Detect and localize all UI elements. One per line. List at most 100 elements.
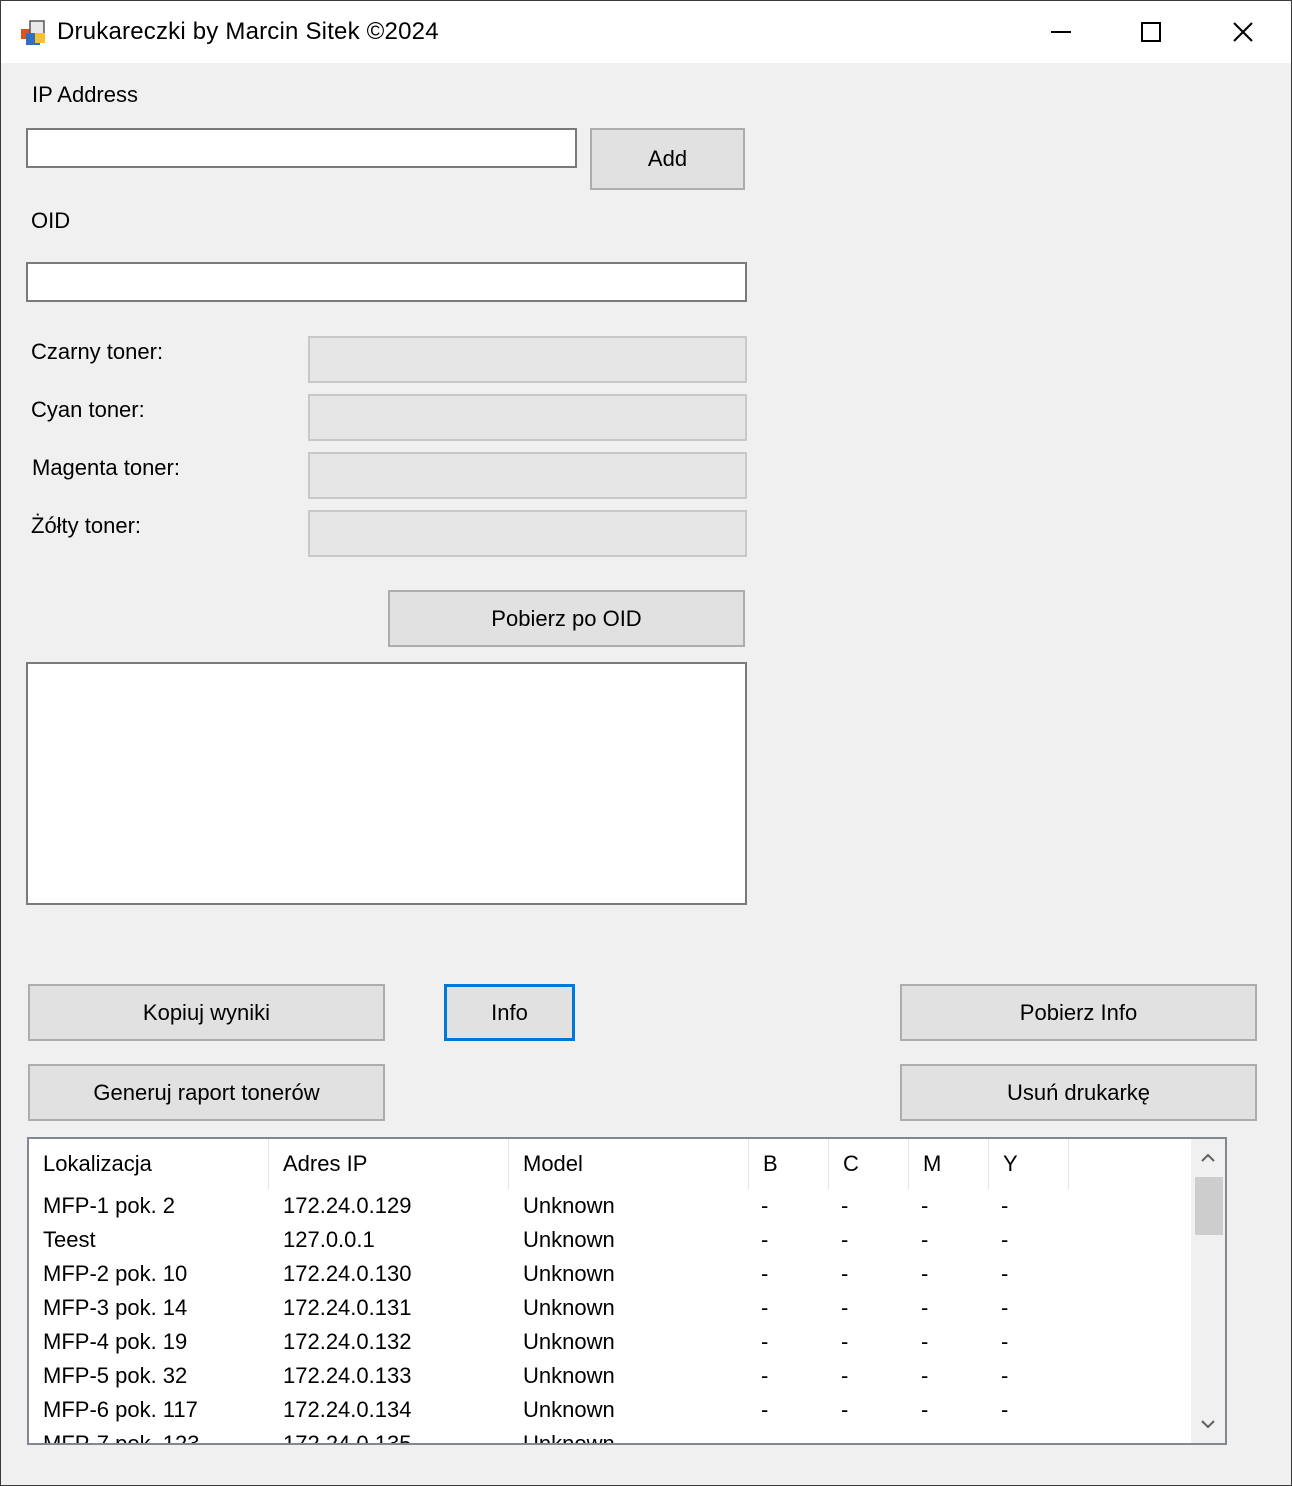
col-model-cell: Unknown [523,1329,615,1354]
col-cyan-cell: - [841,1295,849,1320]
minimize-icon [1051,31,1071,33]
col-black-cell: - [761,1295,769,1320]
col-magenta-cell: - [921,1261,929,1286]
col-location-cell: MFP-3 pok. 14 [43,1295,188,1320]
scroll-down-arrow[interactable] [1191,1407,1225,1441]
col-cyan-cell: - [841,1397,849,1422]
col-location-cell: MFP-1 pok. 2 [43,1193,176,1218]
col-ip-address-cell: 172.24.0.130 [283,1261,412,1286]
yellow-toner-label: Żółty toner: [31,513,142,538]
col-yellow-cell: - [1001,1363,1009,1388]
col-model-cell: Unknown [523,1261,615,1286]
remove-printer-button[interactable]: Usuń drukarkę [900,1064,1257,1121]
col-cyan-cell: - [841,1193,849,1218]
generate-toner-report-button[interactable]: Generuj raport tonerów [28,1064,385,1121]
black-toner-field [308,336,747,383]
col-location-cell: Teest [43,1227,96,1252]
col-black-cell: - [761,1363,769,1388]
oid-label: OID [31,208,71,233]
info-button[interactable]: Info [444,984,575,1041]
col-magenta-cell: - [921,1227,929,1252]
col-model-header[interactable]: Model [509,1139,749,1189]
col-black-cell: - [761,1431,769,1445]
col-location-cell: MFP-6 pok. 117 [43,1397,198,1422]
yellow-toner-field [308,510,747,557]
close-button[interactable] [1197,1,1289,63]
close-icon [1233,22,1253,42]
table-row[interactable]: MFP-4 pok. 19 172.24.0.132 Unknown - - - - [29,1327,1191,1361]
fetch-info-button[interactable]: Pobierz Info [900,984,1257,1041]
results-textarea[interactable] [26,662,747,905]
chevron-down-icon [1201,1420,1215,1429]
magenta-toner-field [308,452,747,499]
col-yellow-cell: - [1001,1329,1009,1354]
col-yellow-cell: - [1001,1397,1009,1422]
vertical-scrollbar[interactable] [1191,1139,1225,1443]
col-cyan-cell: - [841,1363,849,1388]
ip-address-input[interactable] [26,128,577,168]
minimize-button[interactable] [1015,1,1107,63]
maximize-button[interactable] [1105,1,1197,63]
window-title: Drukareczki by Marcin Sitek ©2024 [57,18,439,45]
col-magenta-cell: - [921,1295,929,1320]
chevron-up-icon [1201,1153,1215,1162]
table-row[interactable]: MFP-1 pok. 2 172.24.0.129 Unknown - - - - [29,1191,1191,1225]
printers-list[interactable]: Lokalizacja Adres IP Model B C M Y MFP-1 pok. … [27,1137,1227,1445]
col-location-cell: MFP-4 pok. 19 [43,1329,188,1354]
col-ip-address-cell: 172.24.0.131 [283,1295,412,1320]
oid-input[interactable] [26,262,747,302]
table-row[interactable]: MFP-5 pok. 32 172.24.0.133 Unknown - - - - [29,1361,1191,1395]
col-cyan-cell: - [841,1261,849,1286]
col-location-cell: MFP-5 pok. 32 [43,1363,188,1388]
col-ip-address-cell: 172.24.0.132 [283,1329,412,1354]
table-row[interactable]: MFP-6 pok. 117 172.24.0.134 Unknown - - - - [29,1395,1191,1429]
col-yellow-cell: - [1001,1193,1009,1218]
fetch-by-oid-button[interactable]: Pobierz po OID [388,590,745,647]
ip-address-label: IP Address [32,82,138,107]
col-magenta-cell: - [921,1431,929,1445]
col-magenta-cell: - [921,1363,929,1388]
magenta-toner-label: Magenta toner: [32,455,180,480]
col-ip-address-cell: 172.24.0.129 [283,1193,412,1218]
cyan-toner-label: Cyan toner: [31,397,145,422]
table-row[interactable]: MFP-7 pok. 123 172.24.0.135 Unknown - - - - [29,1429,1191,1445]
col-magenta-cell: - [921,1193,929,1218]
col-model-cell: Unknown [523,1227,615,1252]
col-yellow-cell: - [1001,1295,1009,1320]
main-window: Drukareczki by Marcin Sitek ©2024 IP Add… [0,0,1292,1486]
table-row[interactable]: MFP-3 pok. 14 172.24.0.131 Unknown - - - - [29,1293,1191,1327]
col-location-header[interactable]: Lokalizacja [29,1139,269,1189]
col-black-header[interactable]: B [749,1139,829,1189]
col-model-cell: Unknown [523,1363,615,1388]
col-cyan-cell: - [841,1329,849,1354]
scroll-up-arrow[interactable] [1191,1141,1225,1175]
col-ip-address-cell: 127.0.0.1 [283,1227,375,1252]
copy-results-button[interactable]: Kopiuj wyniki [28,984,385,1041]
col-yellow-cell: - [1001,1261,1009,1286]
table-row[interactable]: MFP-2 pok. 10 172.24.0.130 Unknown - - - - [29,1259,1191,1293]
col-magenta-header[interactable]: M [909,1139,989,1189]
col-model-cell: Unknown [523,1397,615,1422]
cyan-toner-field [308,394,747,441]
col-black-cell: - [761,1227,769,1252]
col-ip-address-header[interactable]: Adres IP [269,1139,509,1189]
col-model-cell: Unknown [523,1431,615,1445]
add-button[interactable]: Add [590,128,745,190]
app-icon [20,19,48,47]
col-model-cell: Unknown [523,1295,615,1320]
col-model-cell: Unknown [523,1193,615,1218]
col-cyan-header[interactable]: C [829,1139,909,1189]
col-yellow-cell: - [1001,1431,1009,1445]
col-cyan-cell: - [841,1227,849,1252]
table-row[interactable]: Teest 127.0.0.1 Unknown - - - - [29,1225,1191,1259]
col-ip-address-cell: 172.24.0.133 [283,1363,412,1388]
col-yellow-header[interactable]: Y [989,1139,1069,1189]
list-rows: MFP-1 pok. 2 172.24.0.129 Unknown - - - - Teest… [29,1191,1191,1445]
col-cyan-cell: - [841,1431,849,1445]
col-black-cell: - [761,1329,769,1354]
title-bar: Drukareczki by Marcin Sitek ©2024 [1,1,1291,63]
scroll-thumb[interactable] [1195,1177,1223,1235]
maximize-icon [1141,22,1161,42]
col-black-cell: - [761,1193,769,1218]
col-location-cell: MFP-2 pok. 10 [43,1261,188,1286]
